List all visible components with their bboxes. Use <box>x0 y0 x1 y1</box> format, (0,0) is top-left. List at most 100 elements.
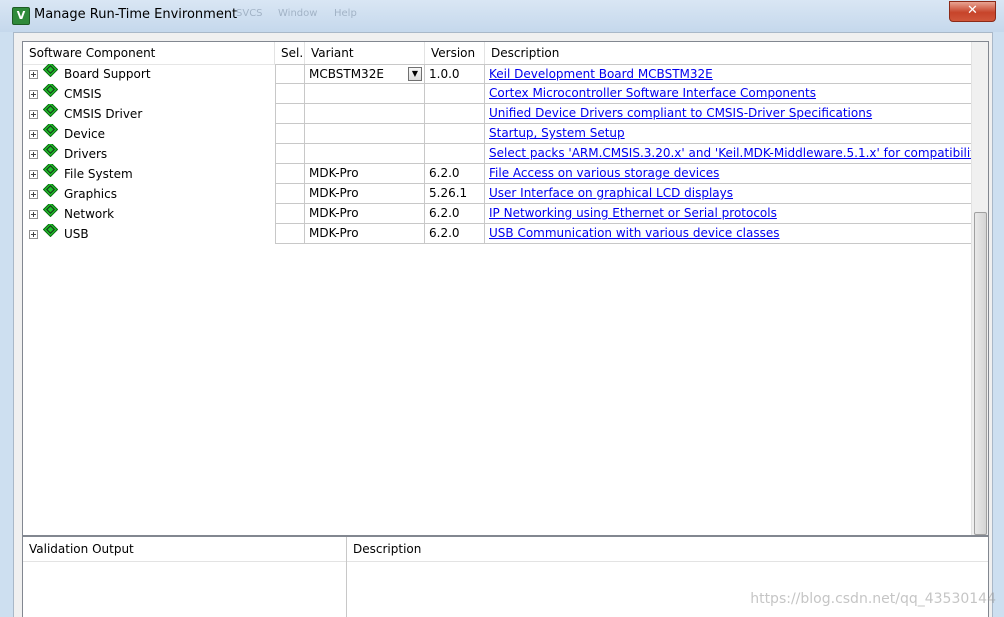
description-cell: Keil Development Board MCBSTM32E <box>485 64 986 84</box>
window-title: Manage Run-Time Environment <box>34 7 238 22</box>
component-row[interactable]: Drivers Select packs 'ARM.CMSIS.3.20.x' a… <box>23 144 988 164</box>
version-cell <box>425 84 485 104</box>
variant-value: MDK-Pro <box>309 206 359 220</box>
grid-body: Board Support MCBSTM32E ▼ 1.0.0 Keil Develop… <box>23 64 988 244</box>
column-header-validation-output[interactable]: Validation Output <box>23 537 346 561</box>
component-diamond-icon <box>42 84 59 103</box>
description-cell: User Interface on graphical LCD displays <box>485 184 986 204</box>
description-cell: Unified Device Drivers compliant to CMSI… <box>485 104 986 124</box>
component-diamond-icon <box>42 204 59 223</box>
vertical-scrollbar[interactable] <box>971 42 988 535</box>
variant-value: MDK-Pro <box>309 186 359 200</box>
component-tree-cell[interactable]: Network <box>23 204 275 224</box>
column-header-sel[interactable]: Sel. <box>275 42 305 64</box>
component-row[interactable]: CMSIS Cortex Microcontroller Software Int… <box>23 84 988 104</box>
description-link[interactable]: IP Networking using Ethernet or Serial p… <box>489 206 777 220</box>
column-header-variant[interactable]: Variant <box>305 42 425 64</box>
variant-cell[interactable]: MCBSTM32E ▼ <box>305 64 425 84</box>
variant-cell[interactable] <box>305 144 425 164</box>
description-cell: Startup, System Setup <box>485 124 986 144</box>
component-name: Network <box>64 207 115 221</box>
component-row[interactable]: CMSIS Driver Unified Device Drivers compl… <box>23 104 988 124</box>
description-cell: Select packs 'ARM.CMSIS.3.20.x' and 'Kei… <box>485 144 986 164</box>
component-name: USB <box>64 227 89 241</box>
close-button[interactable]: ✕ <box>949 1 996 22</box>
description-link[interactable]: Cortex Microcontroller Software Interfac… <box>489 86 816 100</box>
version-cell: 1.0.0 <box>425 64 485 84</box>
expand-plus-icon[interactable] <box>29 90 38 99</box>
column-header-version[interactable]: Version <box>425 42 485 64</box>
column-header-validation-description[interactable]: Description <box>347 537 947 561</box>
version-cell <box>425 124 485 144</box>
select-cell[interactable] <box>275 124 305 144</box>
background-menu-svcs: SVCS <box>236 8 263 19</box>
description-link[interactable]: Unified Device Drivers compliant to CMSI… <box>489 106 872 120</box>
description-link[interactable]: Select packs 'ARM.CMSIS.3.20.x' and 'Kei… <box>489 146 982 160</box>
component-name: Board Support <box>64 67 151 81</box>
component-row[interactable]: Board Support MCBSTM32E ▼ 1.0.0 Keil Develop… <box>23 64 988 84</box>
software-component-grid[interactable]: Software Component Sel. Variant Version … <box>22 41 989 536</box>
select-cell[interactable] <box>275 164 305 184</box>
variant-cell[interactable]: MDK-Pro <box>305 164 425 184</box>
scrollbar-thumb[interactable] <box>974 212 987 535</box>
expand-plus-icon[interactable] <box>29 210 38 219</box>
background-menu-window: Window <box>278 8 318 19</box>
description-link[interactable]: USB Communication with various device cl… <box>489 226 780 240</box>
grid-header: Software Component Sel. Variant Version … <box>23 42 971 65</box>
background-menu-help: Help <box>334 8 357 19</box>
description-link[interactable]: User Interface on graphical LCD displays <box>489 186 733 200</box>
select-cell[interactable] <box>275 64 305 84</box>
component-tree-cell[interactable]: Drivers <box>23 144 275 164</box>
component-tree-cell[interactable]: USB <box>23 224 275 244</box>
title-bar[interactable]: V Manage Run-Time Environment SVCS Windo… <box>0 0 1004 32</box>
variant-cell[interactable] <box>305 124 425 144</box>
select-cell[interactable] <box>275 144 305 164</box>
select-cell[interactable] <box>275 84 305 104</box>
component-diamond-icon <box>42 104 59 123</box>
component-diamond-icon <box>42 184 59 203</box>
component-tree-cell[interactable]: CMSIS Driver <box>23 104 275 124</box>
column-header-description[interactable]: Description <box>485 42 971 64</box>
validation-column-divider <box>346 537 347 617</box>
component-tree-cell[interactable]: Board Support <box>23 64 275 84</box>
variant-cell[interactable] <box>305 84 425 104</box>
expand-plus-icon[interactable] <box>29 110 38 119</box>
component-tree-cell[interactable]: File System <box>23 164 275 184</box>
description-cell: File Access on various storage devices <box>485 164 986 184</box>
component-row[interactable]: Network MDK-Pro 6.2.0 IP Networking using E… <box>23 204 988 224</box>
expand-plus-icon[interactable] <box>29 130 38 139</box>
version-cell: 5.26.1 <box>425 184 485 204</box>
description-cell: Cortex Microcontroller Software Interfac… <box>485 84 986 104</box>
component-row[interactable]: File System MDK-Pro 6.2.0 File Access on va… <box>23 164 988 184</box>
component-row[interactable]: Graphics MDK-Pro 5.26.1 User Interface on g… <box>23 184 988 204</box>
watermark: https://blog.csdn.net/qq_43530144 <box>750 591 996 607</box>
variant-cell[interactable]: MDK-Pro <box>305 184 425 204</box>
variant-value: MDK-Pro <box>309 226 359 240</box>
component-row[interactable]: USB MDK-Pro 6.2.0 USB Communication with va… <box>23 224 988 244</box>
component-diamond-icon <box>42 164 59 183</box>
variant-dropdown-arrow-icon[interactable]: ▼ <box>408 67 422 81</box>
expand-plus-icon[interactable] <box>29 170 38 179</box>
variant-cell[interactable]: MDK-Pro <box>305 224 425 244</box>
expand-plus-icon[interactable] <box>29 230 38 239</box>
description-link[interactable]: Keil Development Board MCBSTM32E <box>489 67 713 81</box>
component-tree-cell[interactable]: Device <box>23 124 275 144</box>
component-diamond-icon <box>42 224 59 243</box>
expand-plus-icon[interactable] <box>29 70 38 79</box>
description-link[interactable]: Startup, System Setup <box>489 126 625 140</box>
expand-plus-icon[interactable] <box>29 190 38 199</box>
variant-cell[interactable] <box>305 104 425 124</box>
select-cell[interactable] <box>275 104 305 124</box>
variant-cell[interactable]: MDK-Pro <box>305 204 425 224</box>
description-cell: USB Communication with various device cl… <box>485 224 986 244</box>
description-link[interactable]: File Access on various storage devices <box>489 166 719 180</box>
select-cell[interactable] <box>275 224 305 244</box>
component-row[interactable]: Device Startup, System Setup <box>23 124 988 144</box>
version-cell <box>425 144 485 164</box>
select-cell[interactable] <box>275 184 305 204</box>
column-header-software-component[interactable]: Software Component <box>23 42 275 64</box>
expand-plus-icon[interactable] <box>29 150 38 159</box>
select-cell[interactable] <box>275 204 305 224</box>
component-tree-cell[interactable]: Graphics <box>23 184 275 204</box>
component-tree-cell[interactable]: CMSIS <box>23 84 275 104</box>
